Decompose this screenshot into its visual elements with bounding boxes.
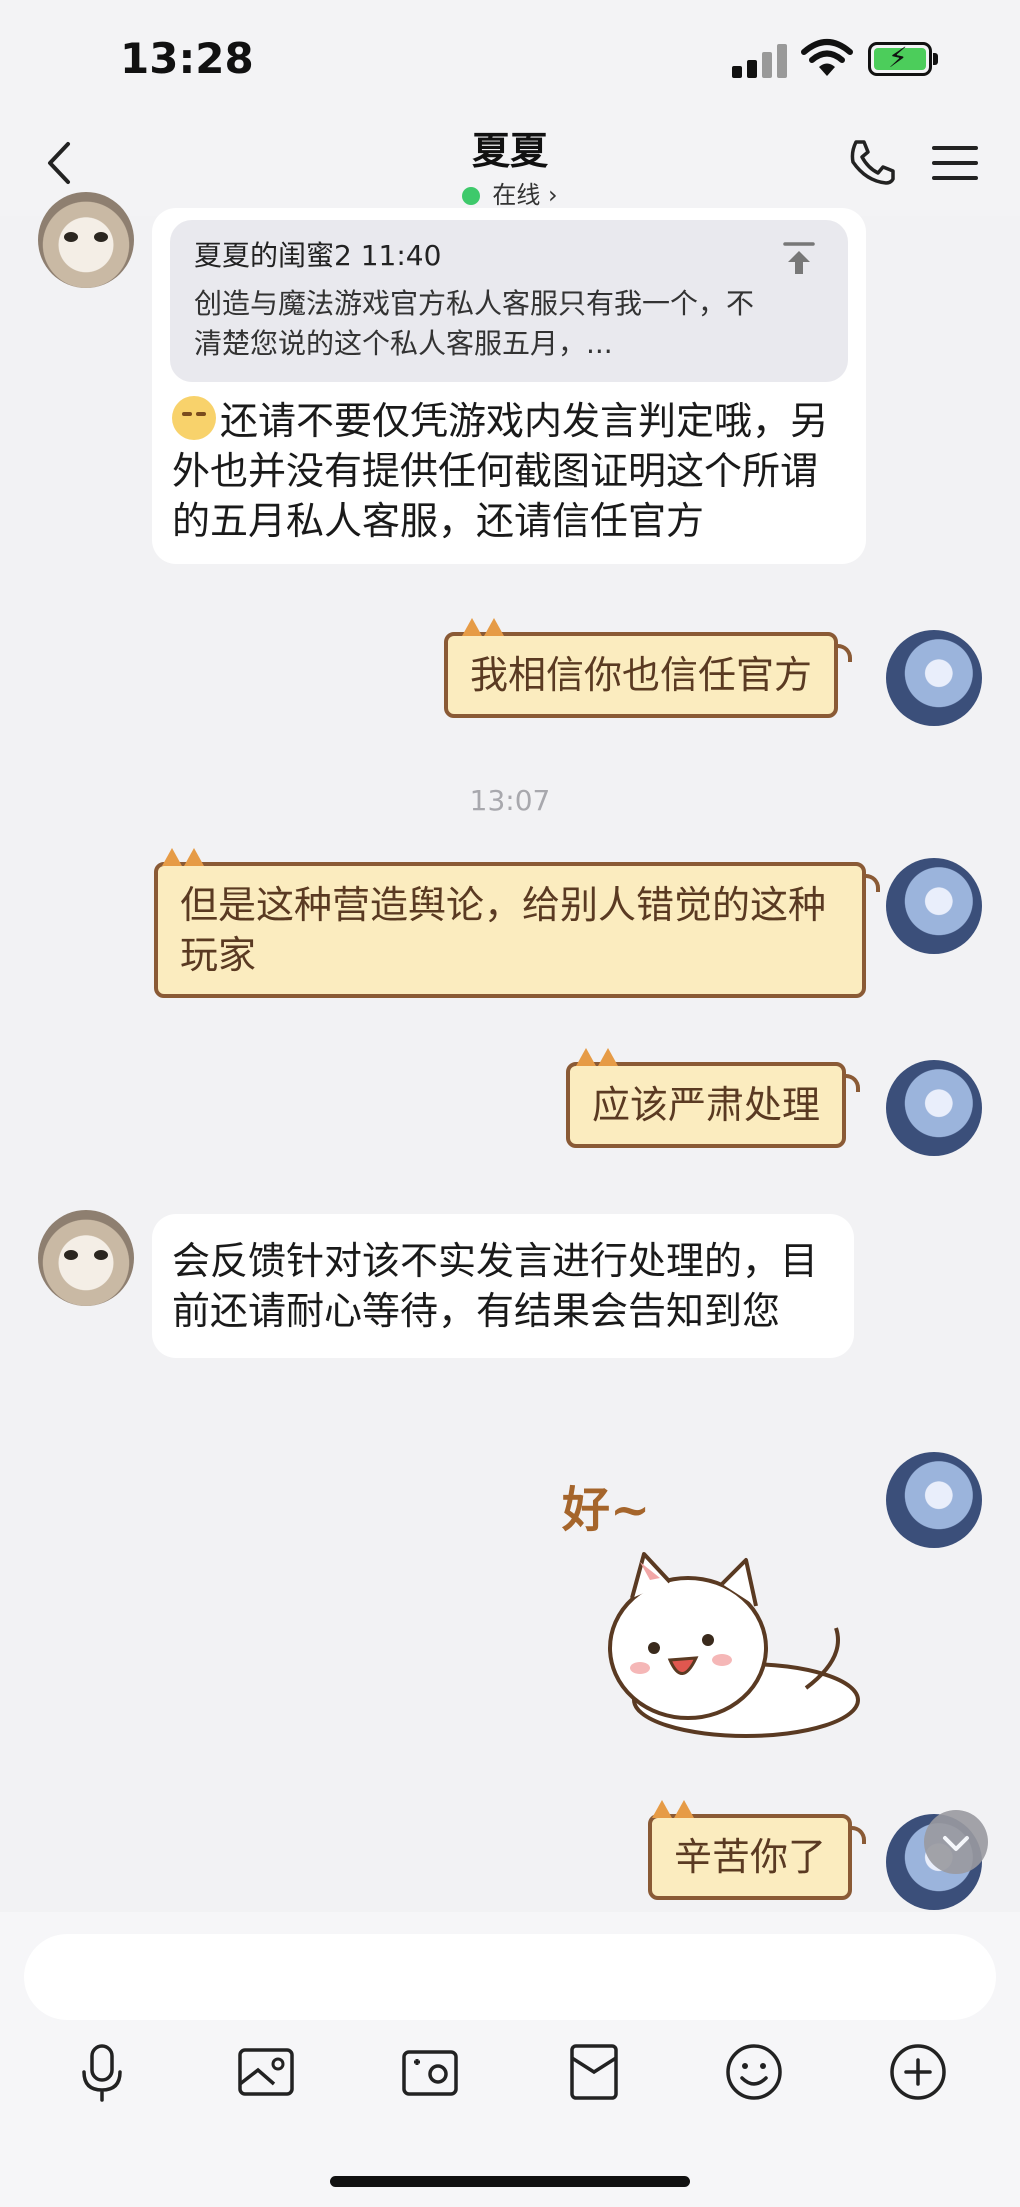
phone-icon[interactable] (846, 136, 898, 188)
message-input[interactable] (24, 1934, 996, 2020)
outgoing-text-3: 应该严肃处理 (592, 1083, 821, 1127)
composer (0, 1912, 1020, 2207)
quote-sender-time: 夏夏的闺蜜2 11:40 (194, 239, 442, 272)
scroll-to-bottom-button[interactable] (924, 1810, 988, 1874)
outgoing-text-1: 我相信你也信任官方 (470, 653, 813, 697)
online-dot (462, 187, 481, 205)
outgoing-message[interactable]: 但是这种营造舆论，给别人错觉的这种玩家 (154, 848, 880, 998)
incoming-message[interactable]: 会反馈针对该不实发言进行处理的，目前还请耐心等待，有结果会告知到您 (152, 1214, 854, 1358)
quoted-message[interactable]: 夏夏的闺蜜2 11:40 创造与魔法游戏官方私人客服只有我一个，不清楚您说的这个… (170, 220, 848, 382)
outgoing-text-2: 但是这种营造舆论，给别人错觉的这种玩家 (180, 883, 827, 977)
reply-text-2: 会反馈针对该不实发言进行处理的，目前还请耐心等待，有结果会告知到您 (172, 1239, 819, 1333)
camera-icon[interactable] (398, 2040, 462, 2104)
cat-tail-decoration (862, 874, 880, 892)
plus-icon[interactable] (886, 2040, 950, 2104)
contact-avatar[interactable] (38, 192, 134, 288)
emoji-icon-relieved (172, 396, 216, 440)
wifi-icon (801, 39, 853, 76)
outgoing-message[interactable]: 辛苦你了 (648, 1800, 867, 1900)
signal-icon (732, 44, 788, 78)
chevron-down-icon (943, 1836, 969, 1851)
menu-icon[interactable] (930, 140, 980, 186)
cat-tail-decoration (848, 1826, 867, 1844)
outgoing-text-4: 辛苦你了 (674, 1835, 827, 1879)
emoji-icon[interactable] (722, 2040, 786, 2104)
chat-header: 夏夏 在线 › (0, 120, 1020, 216)
pin-icon[interactable] (782, 240, 816, 276)
quote-text: 创造与魔法游戏官方私人客服只有我一个，不清楚您说的这个私人客服五月，... (194, 287, 755, 360)
contact-avatar[interactable] (38, 1210, 134, 1306)
my-avatar[interactable] (886, 1060, 982, 1156)
red-packet-icon[interactable] (562, 2040, 626, 2104)
cat-ears-decoration (462, 614, 508, 636)
composer-toolbar (0, 2040, 1020, 2120)
outgoing-message[interactable]: 我相信你也信任官方 (444, 618, 853, 718)
my-avatar[interactable] (886, 858, 982, 954)
sticker-caption: 好~ (562, 1482, 651, 1538)
cat-tail-decoration (834, 644, 853, 662)
microphone-icon[interactable] (70, 2040, 134, 2104)
message-timestamp: 13:07 (469, 784, 551, 817)
cat-ears-decoration (162, 844, 208, 866)
cat-ears-decoration (652, 1796, 698, 1818)
reply-text-1: 还请不要仅凭游戏内发言判定哦，另外也并没有提供任何截图证明这个所谓的五月私人客服… (172, 399, 829, 543)
cat-tail-decoration (842, 1074, 861, 1092)
chevron-right-icon: › (548, 181, 558, 209)
outgoing-message[interactable]: 应该严肃处理 (566, 1048, 861, 1148)
image-icon[interactable] (234, 2040, 298, 2104)
battery-icon: ⚡ (868, 42, 938, 76)
status-time: 13:28 (120, 34, 254, 83)
cat-ears-decoration (576, 1044, 622, 1066)
incoming-message[interactable]: 夏夏的闺蜜2 11:40 创造与魔法游戏官方私人客服只有我一个，不清楚您说的这个… (152, 208, 866, 564)
my-avatar[interactable] (886, 1452, 982, 1548)
cat-sticker[interactable] (596, 1548, 866, 1748)
presence-label: 在线 (492, 181, 541, 209)
message-text: 还请不要仅凭游戏内发言判定哦，另外也并没有提供任何截图证明这个所谓的五月私人客服… (170, 396, 848, 546)
home-indicator (330, 2176, 690, 2187)
my-avatar[interactable] (886, 630, 982, 726)
status-bar: 13:28 ⚡ (0, 0, 1020, 120)
